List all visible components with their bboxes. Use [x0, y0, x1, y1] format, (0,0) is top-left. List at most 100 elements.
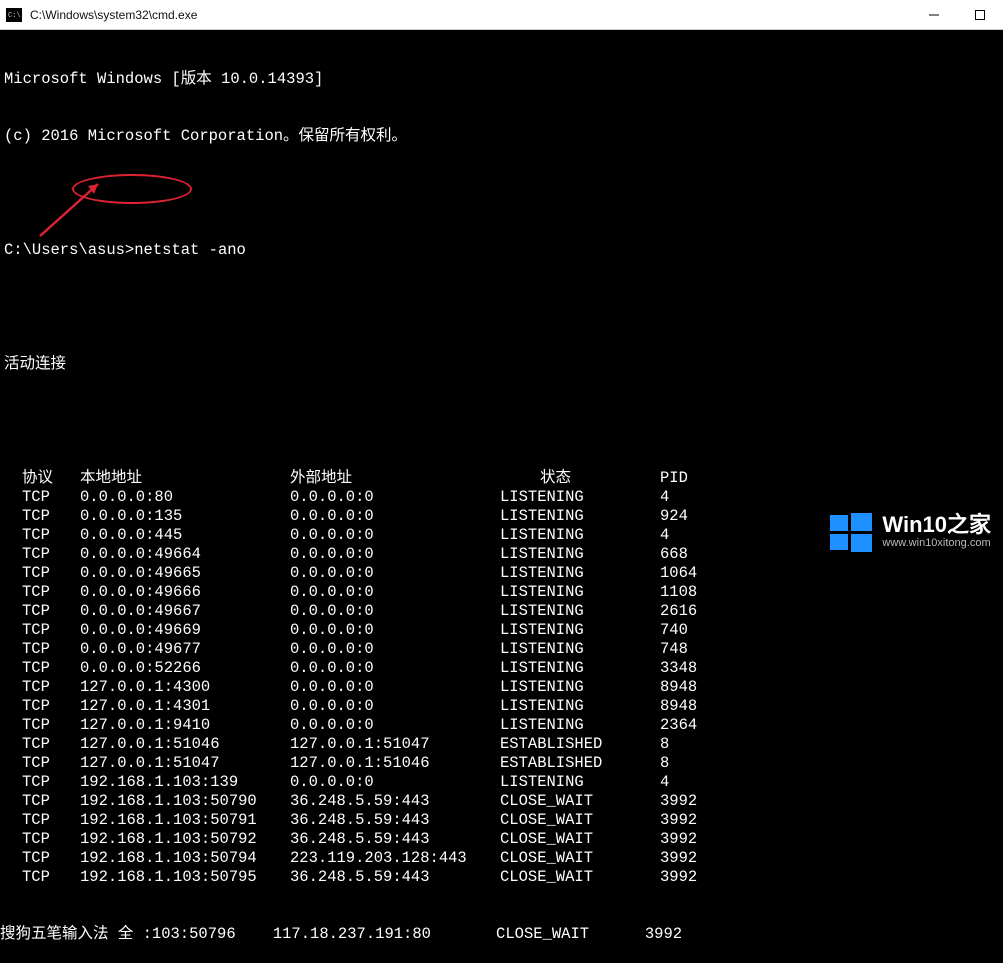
- cell: 36.248.5.59:443: [290, 830, 500, 849]
- table-row: TCP192.168.1.103:5079036.248.5.59:443CLO…: [22, 792, 697, 811]
- cell: 3992: [660, 830, 697, 849]
- window-title: C:\Windows\system32\cmd.exe: [28, 8, 911, 22]
- cell: 0.0.0.0:445: [80, 526, 290, 545]
- cell: LISTENING: [500, 659, 660, 678]
- cell: 127.0.0.1:4301: [80, 697, 290, 716]
- table-row: TCP127.0.0.1:51046127.0.0.1:51047ESTABLI…: [22, 735, 697, 754]
- table-row: TCP192.168.1.103:5079536.248.5.59:443CLO…: [22, 868, 697, 887]
- cell: 0.0.0.0:0: [290, 545, 500, 564]
- table-row: TCP0.0.0.0:496690.0.0.0:0LISTENING740: [22, 621, 697, 640]
- watermark: Win10之家 www.win10xitong.com: [828, 509, 991, 555]
- cell: LISTENING: [500, 640, 660, 659]
- cell: 8948: [660, 678, 697, 697]
- cell: 924: [660, 507, 697, 526]
- terminal-output[interactable]: Microsoft Windows [版本 10.0.14393] (c) 20…: [0, 30, 1003, 963]
- cell: 1108: [660, 583, 697, 602]
- copyright-line: (c) 2016 Microsoft Corporation。保留所有权利。: [4, 127, 999, 146]
- cell: 192.168.1.103:50790: [80, 792, 290, 811]
- cell: ESTABLISHED: [500, 754, 660, 773]
- cell: 0.0.0.0:0: [290, 678, 500, 697]
- cell: CLOSE_WAIT: [500, 868, 660, 887]
- table-row: TCP0.0.0.0:496770.0.0.0:0LISTENING748: [22, 640, 697, 659]
- cell: LISTENING: [500, 716, 660, 735]
- cell: 4: [660, 488, 697, 507]
- maximize-button[interactable]: [957, 0, 1003, 29]
- cell: 740: [660, 621, 697, 640]
- cell: TCP: [22, 697, 80, 716]
- table-row: TCP0.0.0.0:496670.0.0.0:0LISTENING2616: [22, 602, 697, 621]
- cell: 4: [660, 773, 697, 792]
- minimize-button[interactable]: [911, 0, 957, 29]
- cell: 8: [660, 735, 697, 754]
- col-proto: 协议: [22, 469, 80, 488]
- table-row: TCP0.0.0.0:4450.0.0.0:0LISTENING4: [22, 526, 697, 545]
- cell: LISTENING: [500, 697, 660, 716]
- cell: 127.0.0.1:51047: [80, 754, 290, 773]
- blank-line: [4, 184, 999, 203]
- cell: LISTENING: [500, 545, 660, 564]
- cell: LISTENING: [500, 602, 660, 621]
- table-header-row: 协议 本地地址 外部地址 状态 PID: [22, 469, 697, 488]
- cell: TCP: [22, 849, 80, 868]
- table-row: TCP192.168.1.103:1390.0.0.0:0LISTENING4: [22, 773, 697, 792]
- cell: 0.0.0.0:0: [290, 526, 500, 545]
- cell: CLOSE_WAIT: [500, 792, 660, 811]
- connections-table: 协议 本地地址 外部地址 状态 PID TCP0.0.0.0:800.0.0.0…: [22, 469, 697, 887]
- cell: 0.0.0.0:0: [290, 602, 500, 621]
- cell: TCP: [22, 564, 80, 583]
- cell: 0.0.0.0:49667: [80, 602, 290, 621]
- cell: TCP: [22, 640, 80, 659]
- cell: LISTENING: [500, 583, 660, 602]
- col-local: 本地地址: [80, 469, 290, 488]
- cell: 0.0.0.0:0: [290, 716, 500, 735]
- table-row: TCP0.0.0.0:1350.0.0.0:0LISTENING924: [22, 507, 697, 526]
- cell: TCP: [22, 507, 80, 526]
- section-title: 活动连接: [4, 355, 999, 374]
- cell: 3348: [660, 659, 697, 678]
- cell: 192.168.1.103:50792: [80, 830, 290, 849]
- cell: 127.0.0.1:51046: [80, 735, 290, 754]
- cell: CLOSE_WAIT: [500, 830, 660, 849]
- col-pid: PID: [660, 469, 697, 488]
- cell: 127.0.0.1:9410: [80, 716, 290, 735]
- table-row: TCP127.0.0.1:94100.0.0.0:0LISTENING2364: [22, 716, 697, 735]
- cell: LISTENING: [500, 678, 660, 697]
- table-row: TCP127.0.0.1:43010.0.0.0:0LISTENING8948: [22, 697, 697, 716]
- col-foreign: 外部地址: [290, 469, 500, 488]
- cell: TCP: [22, 773, 80, 792]
- cell: 4: [660, 526, 697, 545]
- cell: 1064: [660, 564, 697, 583]
- version-line: Microsoft Windows [版本 10.0.14393]: [4, 70, 999, 89]
- table-row: TCP127.0.0.1:51047127.0.0.1:51046ESTABLI…: [22, 754, 697, 773]
- cell: 0.0.0.0:49665: [80, 564, 290, 583]
- cell: 8: [660, 754, 697, 773]
- cell: 0.0.0.0:0: [290, 488, 500, 507]
- cell: 0.0.0.0:49664: [80, 545, 290, 564]
- blank-line: [4, 298, 999, 317]
- cell: 127.0.0.1:51046: [290, 754, 500, 773]
- cell: 0.0.0.0:0: [290, 773, 500, 792]
- cell: LISTENING: [500, 488, 660, 507]
- cmd-icon: C:\: [0, 1, 28, 29]
- cell: CLOSE_WAIT: [500, 849, 660, 868]
- cell: TCP: [22, 754, 80, 773]
- cell: 0.0.0.0:0: [290, 564, 500, 583]
- cell: 0.0.0.0:49666: [80, 583, 290, 602]
- prompt-prefix: C:\Users\asus>: [4, 241, 134, 259]
- table-row: TCP192.168.1.103:5079236.248.5.59:443CLO…: [22, 830, 697, 849]
- cell: TCP: [22, 735, 80, 754]
- cell: TCP: [22, 488, 80, 507]
- blank-line: [4, 412, 999, 431]
- cell: 0.0.0.0:49669: [80, 621, 290, 640]
- cell: LISTENING: [500, 507, 660, 526]
- cell: 0.0.0.0:49677: [80, 640, 290, 659]
- cell: 0.0.0.0:0: [290, 659, 500, 678]
- cell: TCP: [22, 792, 80, 811]
- cell: 192.168.1.103:50794: [80, 849, 290, 868]
- cell: 36.248.5.59:443: [290, 792, 500, 811]
- cell: 36.248.5.59:443: [290, 868, 500, 887]
- cell: 3992: [660, 792, 697, 811]
- cell: 192.168.1.103:50795: [80, 868, 290, 887]
- cell: 192.168.1.103:139: [80, 773, 290, 792]
- cell: ESTABLISHED: [500, 735, 660, 754]
